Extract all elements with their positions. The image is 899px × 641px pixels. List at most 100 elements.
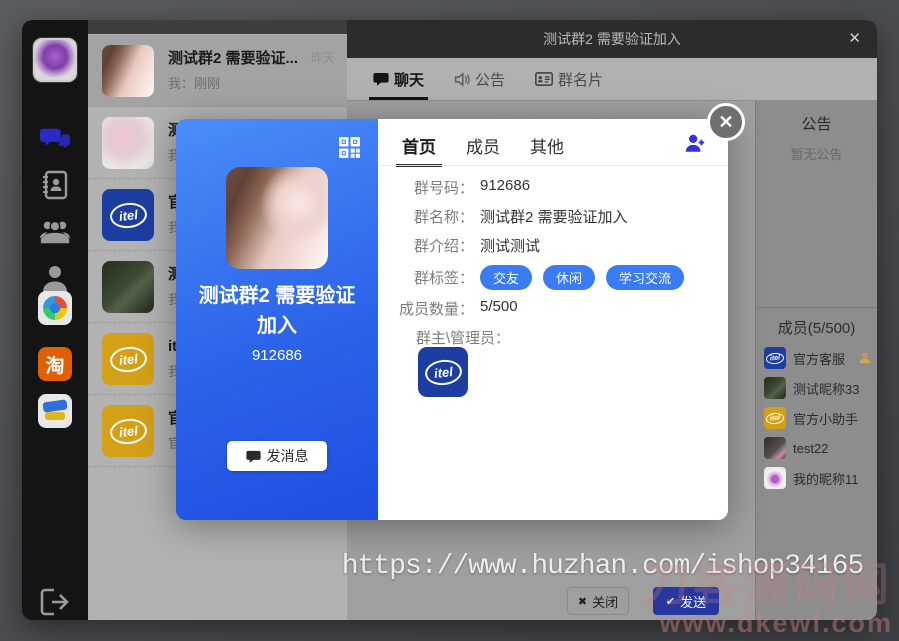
speaker-icon (454, 72, 470, 87)
member-row[interactable]: itel 官方客服 (764, 343, 872, 373)
watermark-url: https://www.huzhan.com/ishop34165 (330, 551, 875, 582)
group-side-panel: 公告 暂无公告 成员(5/500) itel 官方客服 测试昵称33 itel … (755, 101, 877, 620)
itel-logo: itel (765, 352, 784, 365)
group-summary-panel: 测试群2 需要验证加入 912686 发消息 (176, 119, 378, 520)
notice-title: 公告 (756, 113, 877, 134)
users-icon (39, 217, 71, 245)
group-avatar-large (226, 167, 328, 269)
itel-logo: itel (765, 412, 784, 425)
field-member-count: 成员数量： 5/500 (378, 298, 728, 319)
member-avatar (764, 437, 786, 459)
chat-title: 测试群2 需要验证... (168, 47, 298, 68)
close-button[interactable]: ✖ 关闭 (567, 587, 629, 615)
add-member-icon[interactable] (684, 133, 706, 153)
group-avatar: itel (102, 189, 154, 241)
chat-header-title: 测试群2 需要验证加入 (543, 29, 681, 49)
sidebar-item-chats[interactable] (33, 123, 77, 157)
group-number: 912686 (176, 347, 378, 364)
sidebar-item-logout[interactable] (33, 585, 77, 619)
member-name: 测试昵称33 (793, 379, 859, 398)
chat-tabs: 聊天 公告 群名片 (347, 58, 877, 101)
chat-header: 测试群2 需要验证加入 ✕ (347, 20, 877, 58)
admin-avatar[interactable]: itel (418, 347, 468, 397)
check-icon: ✔ (666, 595, 675, 608)
sidebar-item-groups[interactable] (33, 214, 77, 248)
qr-code-icon[interactable] (337, 135, 362, 160)
browser-app-icon (43, 296, 67, 320)
field-label: 群主\管理员： (400, 327, 510, 348)
group-avatar: itel (102, 333, 154, 385)
group-avatar (102, 45, 154, 97)
chat-bubbles-icon (40, 127, 70, 153)
chat-last-message: 我：刚刚 (168, 73, 220, 92)
tag-pill[interactable]: 学习交流 (606, 265, 684, 290)
close-chat-icon[interactable]: ✕ (848, 29, 861, 47)
tag-pill[interactable]: 休闲 (543, 265, 595, 290)
member-row[interactable]: 测试昵称33 (764, 373, 872, 403)
owner-badge-icon (858, 351, 872, 365)
member-row[interactable]: test22 (764, 433, 872, 463)
field-value: 912686 (480, 177, 530, 198)
sidebar-item-docs-app[interactable] (38, 394, 72, 428)
field-label: 群号码： (378, 177, 474, 198)
member-avatar (764, 467, 786, 489)
group-detail-panel: 首页 成员 其他 群号码： 912686 群名称： 测试群2 需要验证加入 群介… (378, 119, 728, 520)
close-icon: ✕ (718, 113, 733, 131)
panel-divider (756, 307, 877, 308)
member-name: 我的昵称11 (793, 469, 859, 488)
detail-tabs: 首页 成员 其他 (402, 133, 564, 167)
field-value: 测试群2 需要验证加入 (480, 206, 628, 227)
modal-close-button[interactable]: ✕ (707, 103, 745, 141)
avatar-image (35, 40, 75, 80)
member-name: 官方客服 (793, 349, 845, 368)
member-row[interactable]: 我的昵称11 (764, 463, 872, 493)
user-icon (42, 264, 68, 294)
notice-empty-text: 暂无公告 (756, 144, 877, 163)
cross-icon: ✖ (578, 595, 587, 608)
tag-pill[interactable]: 交友 (480, 265, 532, 290)
field-label: 群名称： (378, 206, 474, 227)
tabs-divider (378, 165, 728, 166)
sidebar-item-taobao-app[interactable]: 淘 (38, 347, 72, 381)
send-button[interactable]: ✔ 发送 (653, 587, 719, 615)
chat-list-top-strip (88, 20, 347, 34)
chat-list-item[interactable]: 测试群2 需要验证... 我：刚刚 昨天 (88, 35, 347, 107)
tab-home[interactable]: 首页 (402, 133, 436, 167)
group-avatar (102, 117, 154, 169)
field-group-tags: 群标签： 交友 休闲 学习交流 (378, 265, 728, 290)
close-button-label: 关闭 (592, 592, 618, 611)
tab-chat[interactable]: 聊天 (373, 58, 424, 100)
field-group-name: 群名称： 测试群2 需要验证加入 (378, 206, 728, 227)
address-book-icon (41, 170, 69, 200)
tab-group-card-label: 群名片 (558, 69, 603, 90)
field-group-number: 群号码： 912686 (378, 177, 728, 198)
sidebar-item-browser-app[interactable] (38, 291, 72, 325)
tab-other[interactable]: 其他 (530, 133, 564, 167)
tab-members[interactable]: 成员 (466, 133, 500, 167)
group-avatar: itel (102, 405, 154, 457)
docs-app-icon (42, 399, 67, 412)
field-label: 群标签： (378, 267, 474, 288)
tab-group-card[interactable]: 群名片 (535, 58, 603, 100)
group-title: 测试群2 需要验证加入 (192, 281, 362, 341)
field-value: 5/500 (480, 298, 518, 319)
itel-logo: itel (108, 345, 147, 374)
member-name: 官方小助手 (793, 409, 858, 428)
sidebar: 淘 (22, 20, 88, 620)
member-avatar: itel (764, 347, 786, 369)
id-card-icon (535, 72, 553, 86)
itel-logo: itel (423, 358, 462, 387)
tab-announcement[interactable]: 公告 (454, 58, 505, 100)
comment-icon (246, 450, 261, 463)
send-message-button[interactable]: 发消息 (227, 441, 327, 471)
member-avatar: itel (764, 407, 786, 429)
tag-list: 交友 休闲 学习交流 (480, 265, 695, 290)
comment-icon (373, 72, 389, 86)
itel-logo: itel (108, 201, 147, 230)
logout-icon (40, 588, 70, 616)
sidebar-item-contacts[interactable] (33, 168, 77, 202)
my-avatar[interactable] (33, 38, 77, 82)
member-row[interactable]: itel 官方小助手 (764, 403, 872, 433)
tab-announcement-label: 公告 (475, 69, 505, 90)
field-label: 群介绍： (378, 235, 474, 256)
